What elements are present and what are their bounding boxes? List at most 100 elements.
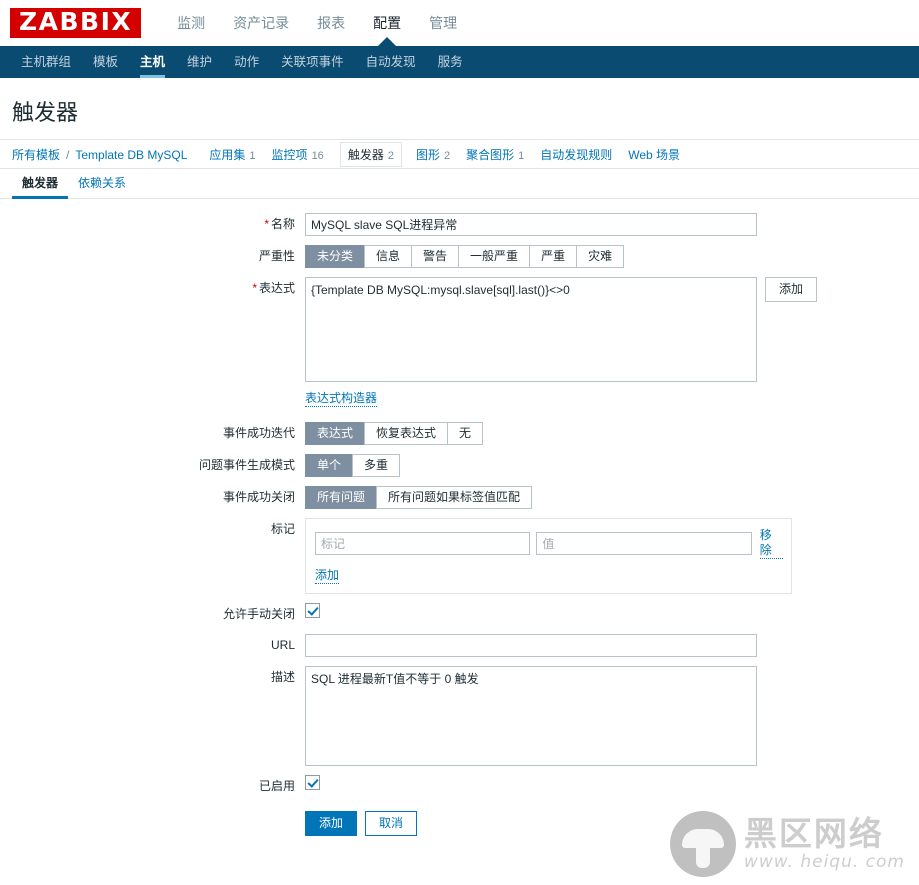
top-header: ZABBIX 监测 资产记录 报表 配置 管理 <box>0 0 919 46</box>
form-row-ok-event-closes: 事件成功关闭 所有问题 所有问题如果标签值匹配 <box>0 486 919 509</box>
sub-nav-item-host-groups[interactable]: 主机群组 <box>10 46 82 78</box>
breadcrumb-label-screens[interactable]: 聚合图形 <box>466 146 514 163</box>
required-marker: * <box>252 281 257 295</box>
tag-add-link[interactable]: 添加 <box>315 568 340 584</box>
ok-event-option-recovery-expression[interactable]: 恢复表达式 <box>364 422 448 445</box>
severity-button-group: 未分类 信息 警告 一般严重 严重 灾难 <box>305 245 625 268</box>
label-name: * 名称 <box>264 217 295 231</box>
label-allow-manual-close: 允许手动关闭 <box>222 607 295 621</box>
trigger-form: *名称 严重性 未分类 信息 警告 一般严重 严重 灾难 *表达式 添加 x <box>0 199 919 836</box>
expression-constructor-link[interactable]: 表达式构造器 <box>305 391 378 407</box>
form-row-name: * 名称 <box>0 213 919 236</box>
tab-row: 触发器 依赖关系 <box>0 169 919 199</box>
enabled-checkbox[interactable] <box>305 775 320 790</box>
zabbix-logo[interactable]: ZABBIX <box>10 7 142 39</box>
tag-name-input[interactable] <box>315 532 531 555</box>
tab-triggers[interactable]: 触发器 <box>12 174 69 199</box>
expression-textarea[interactable] <box>305 277 757 382</box>
sub-nav: 主机群组 模板 主机 维护 动作 关联项事件 自动发现 服务 <box>0 46 919 78</box>
breadcrumb-count-applications: 1 <box>249 149 256 162</box>
breadcrumb-item-applications[interactable]: 应用集 1 <box>209 146 255 163</box>
tags-container: 移除 添加 <box>305 518 792 594</box>
severity-option-information[interactable]: 信息 <box>364 245 412 268</box>
add-expression-button[interactable]: 添加 <box>765 277 818 302</box>
watermark-text: 黑区网络 www. heiqu. com <box>744 817 905 872</box>
problem-event-option-multiple[interactable]: 多重 <box>352 454 401 477</box>
tag-value-input[interactable] <box>536 532 752 555</box>
watermark-url: www. heiqu. com <box>743 851 905 872</box>
breadcrumb-count-items: 16 <box>311 149 324 162</box>
sub-nav-item-discovery[interactable]: 自动发现 <box>355 46 427 78</box>
label-tags: 标记 <box>270 522 295 536</box>
sub-nav-item-maintenance[interactable]: 维护 <box>176 46 223 78</box>
mushroom-stem-icon <box>695 844 710 868</box>
main-menu-item-inventory[interactable]: 资产记录 <box>219 0 303 46</box>
form-row-expression: *表达式 添加 <box>0 277 919 382</box>
label-problem-event-mode: 问题事件生成模式 <box>198 458 295 472</box>
sub-nav-item-services[interactable]: 服务 <box>427 46 474 78</box>
breadcrumb-label-triggers: 触发器 <box>347 147 384 162</box>
severity-option-average[interactable]: 一般严重 <box>458 245 530 268</box>
mushroom-icon <box>669 811 736 877</box>
label-ok-event-closes: 事件成功关闭 <box>222 490 295 504</box>
name-input[interactable] <box>305 213 757 236</box>
ok-event-option-expression[interactable]: 表达式 <box>305 422 365 445</box>
breadcrumb-template-path: 所有模板 / Template DB MySQL <box>12 146 187 163</box>
ok-event-closes-option-all-problems[interactable]: 所有问题 <box>305 486 377 509</box>
severity-option-not-classified[interactable]: 未分类 <box>305 245 365 268</box>
main-menu: 监测 资产记录 报表 配置 管理 <box>163 0 471 46</box>
breadcrumb-item-items[interactable]: 监控项 16 <box>272 146 324 163</box>
label-severity: 严重性 <box>258 249 295 263</box>
form-row-ok-event-generation: 事件成功迭代 表达式 恢复表达式 无 <box>0 422 919 445</box>
ok-event-closes-option-tag-match[interactable]: 所有问题如果标签值匹配 <box>376 486 533 509</box>
form-row-problem-event-mode: 问题事件生成模式 单个 多重 <box>0 454 919 477</box>
label-ok-event-generation: 事件成功迭代 <box>222 426 295 440</box>
form-row-enabled: 已启用 <box>0 775 919 797</box>
label-expression: * 表达式 <box>252 281 295 295</box>
tab-dependencies[interactable]: 依赖关系 <box>68 174 136 198</box>
breadcrumb-separator: / <box>66 147 70 162</box>
breadcrumb-item-screens[interactable]: 聚合图形 1 <box>466 146 524 163</box>
cancel-button[interactable]: 取消 <box>365 811 418 836</box>
breadcrumb-item-web-scenarios[interactable]: Web 场景 <box>628 146 680 163</box>
severity-option-disaster[interactable]: 灾难 <box>576 245 625 268</box>
breadcrumb-item-triggers[interactable]: 触发器 2 <box>339 141 402 167</box>
form-row-allow-manual-close: 允许手动关闭 <box>0 603 919 625</box>
breadcrumb-template-link[interactable]: Template DB MySQL <box>75 148 187 162</box>
form-row-expression-constructor: x 表达式构造器 <box>0 391 919 413</box>
problem-event-option-single[interactable]: 单个 <box>305 454 353 477</box>
breadcrumb-label-applications[interactable]: 应用集 <box>209 146 245 163</box>
main-menu-item-reports[interactable]: 报表 <box>303 0 359 46</box>
label-description: 描述 <box>270 670 295 684</box>
severity-option-high[interactable]: 严重 <box>529 245 577 268</box>
breadcrumb-all-templates-link[interactable]: 所有模板 <box>12 146 60 163</box>
breadcrumb-label-graphs[interactable]: 图形 <box>416 146 440 163</box>
sub-nav-item-hosts[interactable]: 主机 <box>129 46 176 78</box>
severity-option-warning[interactable]: 警告 <box>411 245 459 268</box>
main-menu-item-monitoring[interactable]: 监测 <box>163 0 219 46</box>
form-row-url: URL <box>0 634 919 657</box>
breadcrumb-label-items[interactable]: 监控项 <box>272 146 308 163</box>
sub-nav-item-templates[interactable]: 模板 <box>82 46 129 78</box>
label-enabled: 已启用 <box>258 779 295 793</box>
page-title: 触发器 <box>12 100 79 125</box>
breadcrumb-item-graphs[interactable]: 图形 2 <box>416 146 450 163</box>
allow-manual-close-checkbox[interactable] <box>305 603 320 618</box>
breadcrumb-label-web-scenarios[interactable]: Web 场景 <box>628 146 680 163</box>
ok-event-option-none[interactable]: 无 <box>447 422 484 445</box>
breadcrumb-label-discovery-rules[interactable]: 自动发现规则 <box>540 146 612 163</box>
description-textarea[interactable] <box>305 666 757 766</box>
tag-row: 移除 <box>315 528 783 559</box>
url-input[interactable] <box>305 634 757 657</box>
breadcrumb-item-discovery-rules[interactable]: 自动发现规则 <box>540 146 612 163</box>
required-marker: * <box>264 217 269 231</box>
sub-nav-item-actions[interactable]: 动作 <box>223 46 270 78</box>
watermark: 黑区网络 www. heiqu. com <box>669 811 905 877</box>
form-row-severity: 严重性 未分类 信息 警告 一般严重 严重 灾难 <box>0 245 919 268</box>
main-menu-item-administration[interactable]: 管理 <box>415 0 471 46</box>
submit-button[interactable]: 添加 <box>305 811 358 836</box>
sub-nav-item-correlation[interactable]: 关联项事件 <box>270 46 355 78</box>
tag-remove-link[interactable]: 移除 <box>759 528 783 559</box>
form-row-description: 描述 <box>0 666 919 766</box>
ok-event-generation-group: 表达式 恢复表达式 无 <box>305 422 484 445</box>
